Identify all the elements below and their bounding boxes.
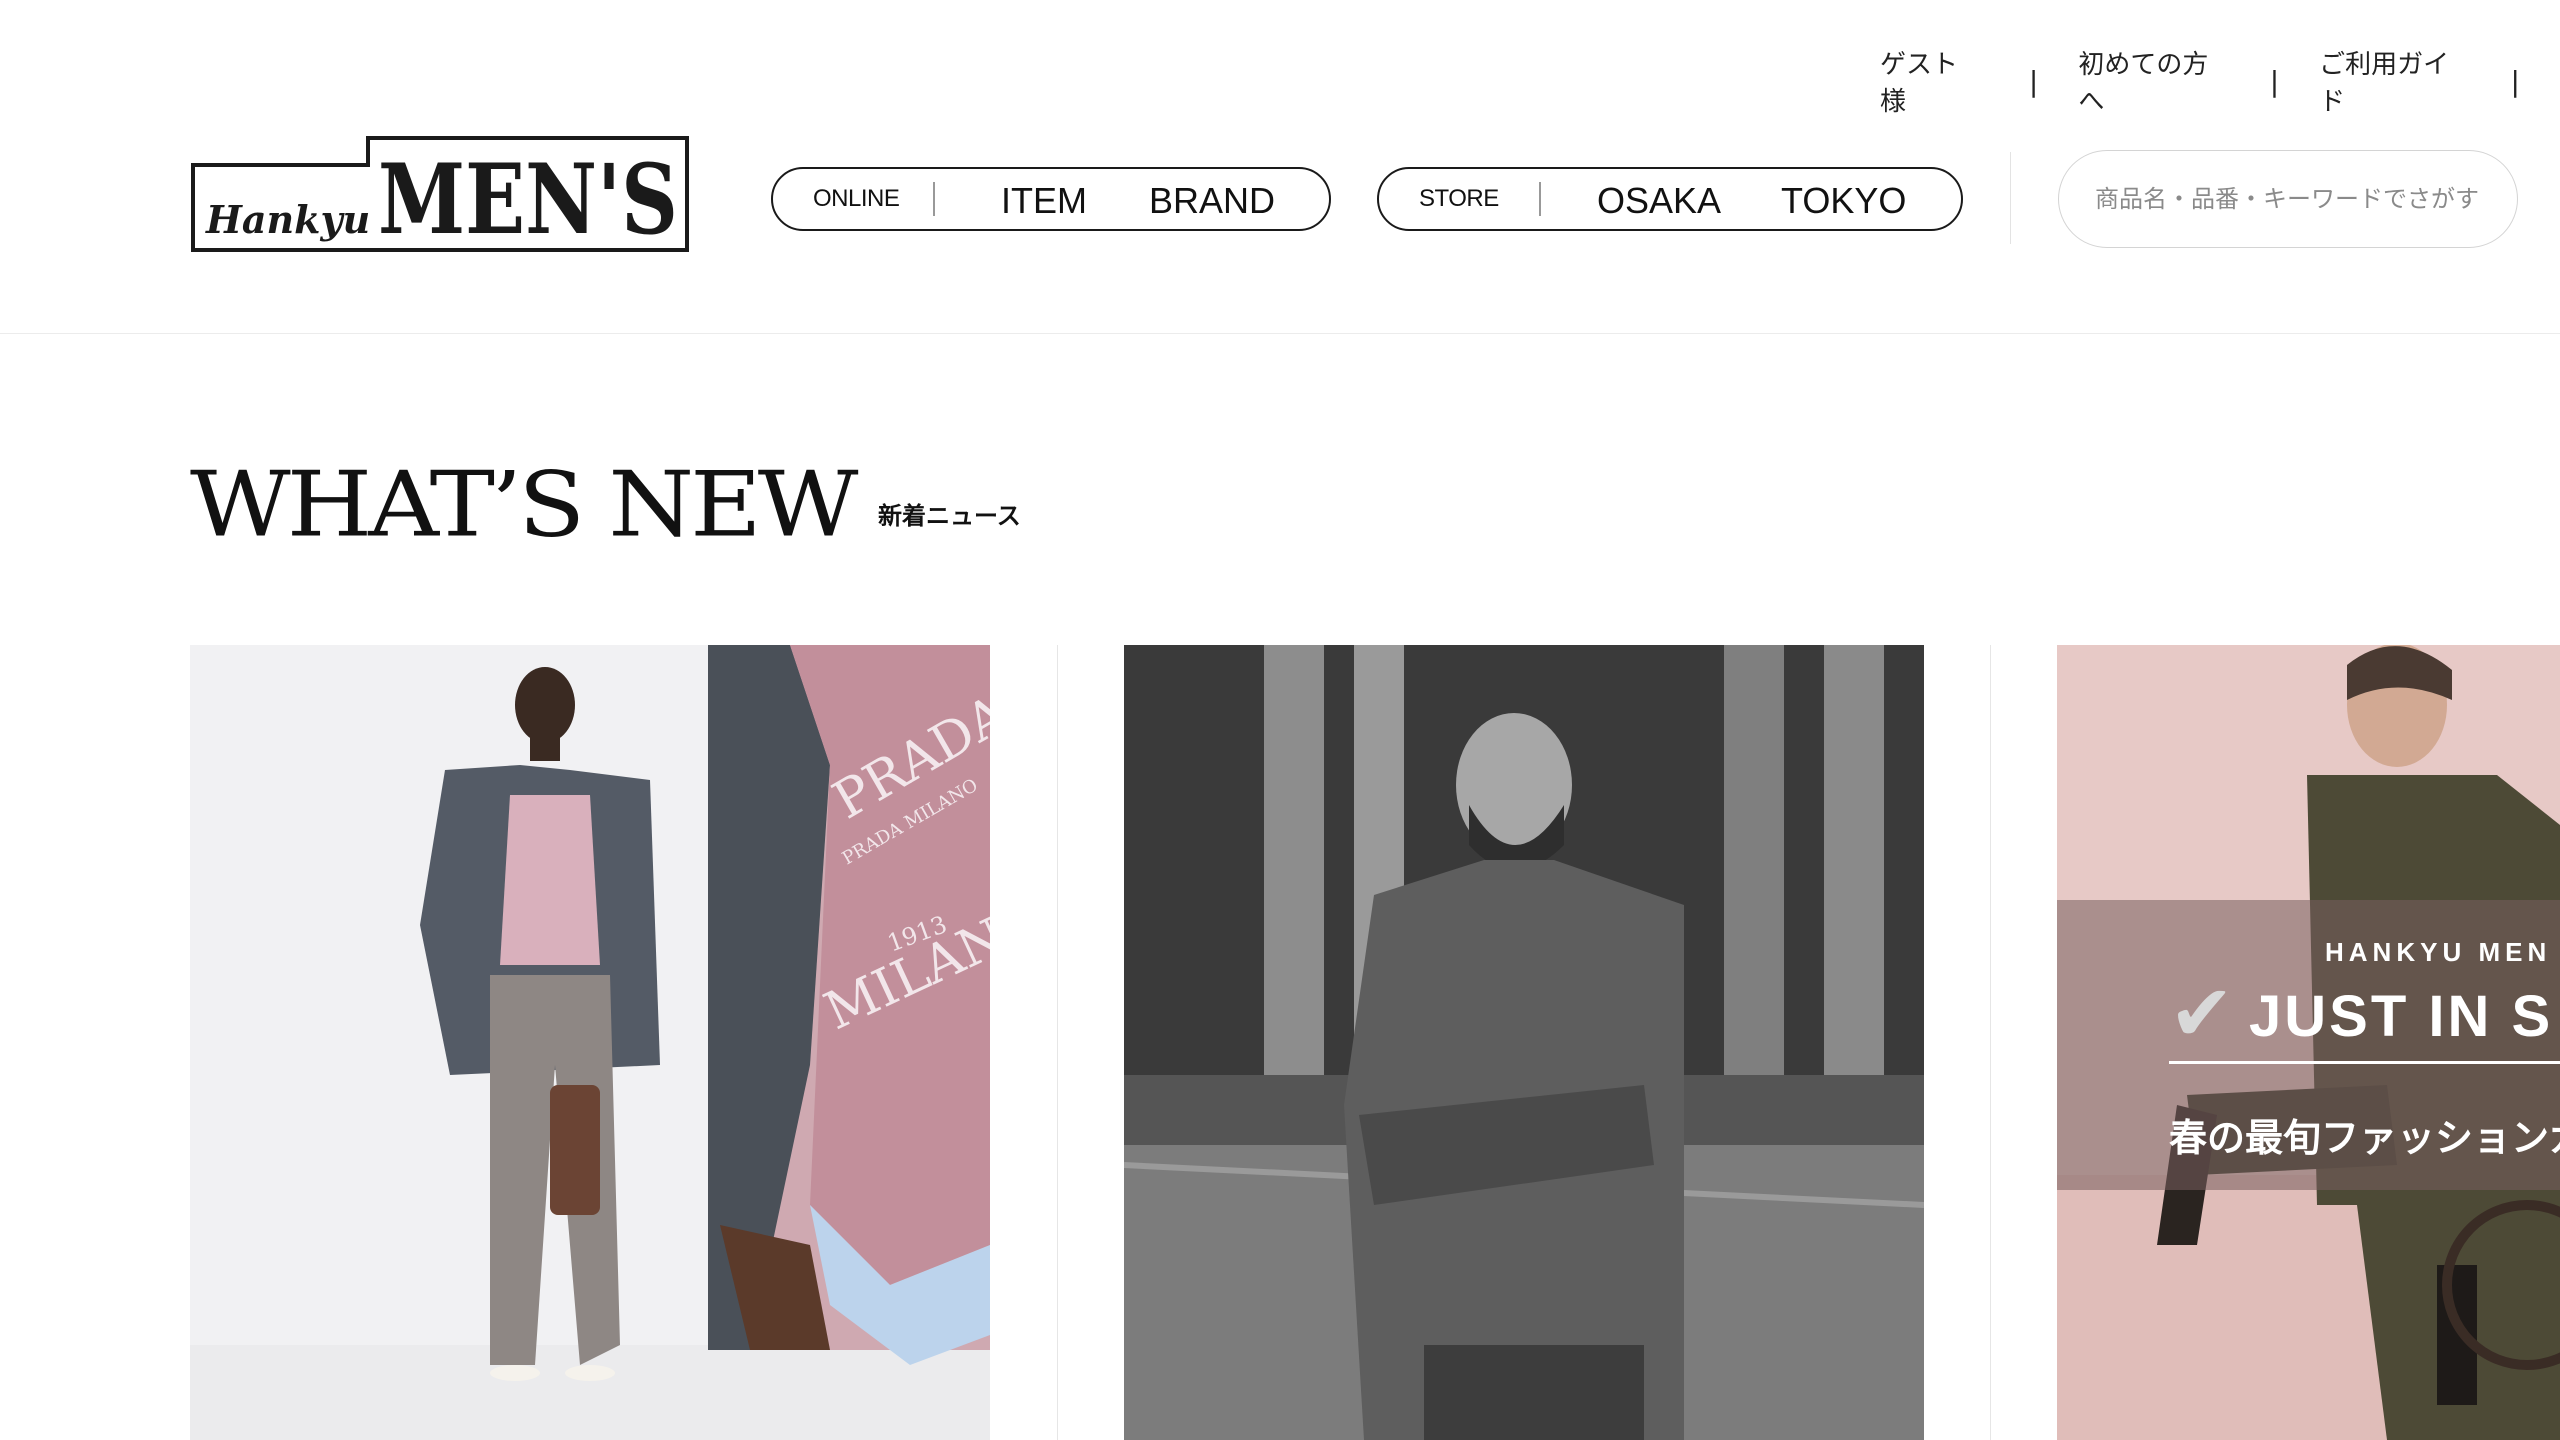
nav-item-link[interactable]: ITEM [1001,180,1087,222]
logo-small-text: Hankyu [205,197,370,242]
news-card-2[interactable] [1124,645,1924,1440]
first-time-link[interactable]: 初めての方へ [2078,44,2229,118]
checkmark-icon: ✔ [2169,969,2235,1059]
pill-divider [1539,182,1541,216]
promo-subtext: 春の最旬ファッションガ [2169,1116,2560,1160]
logo-large-text: MEN'S [378,143,678,253]
header-divider [2010,152,2011,244]
guide-link[interactable]: ご利用ガイド [2319,44,2470,118]
promo-headline: JUST IN S [2249,984,2554,1049]
news-card-3[interactable]: HANKYU MEN ✔ JUST IN S 春の最旬ファッションガ [2057,645,2560,1440]
news-image-2 [1124,645,1924,1440]
nav-osaka-link[interactable]: OSAKA [1597,180,1721,222]
utility-separator: | [2028,64,2039,98]
online-nav-pill: ONLINE ITEM BRAND [771,167,1331,231]
column-divider [1990,645,1991,1440]
promo-underline [2169,1061,2560,1064]
hankyu-mens-logo[interactable]: Hankyu MEN'S [190,135,690,256]
nav-tokyo-link[interactable]: TOKYO [1781,180,1906,222]
header-rule [0,333,2560,334]
store-label: STORE [1419,185,1499,212]
promo-brand-text: HANKYU MEN [2325,937,2552,967]
search-box [2058,150,2518,248]
guest-link[interactable]: ゲスト 様 [1880,44,1989,118]
section-subtitle: 新着ニュース [878,502,1021,530]
pill-divider [933,182,935,216]
logo-mark: Hankyu MEN'S [191,136,689,256]
utility-separator: | [2269,64,2280,98]
nav-brand-link[interactable]: BRAND [1149,180,1275,222]
section-title: WHAT’S NEW [190,452,858,558]
news-card-1[interactable]: PRADA PRADA MILANO 1913 MILANO [190,645,990,1440]
news-image-1: PRADA PRADA MILANO 1913 MILANO [190,645,990,1440]
column-divider [1057,645,1058,1440]
online-label: ONLINE [813,185,900,212]
search-input[interactable] [2059,151,2517,247]
store-nav-pill: STORE OSAKA TOKYO [1377,167,1963,231]
utility-separator: | [2510,64,2520,98]
utility-nav: ゲスト 様 | 初めての方へ | ご利用ガイド | [1880,44,2560,118]
